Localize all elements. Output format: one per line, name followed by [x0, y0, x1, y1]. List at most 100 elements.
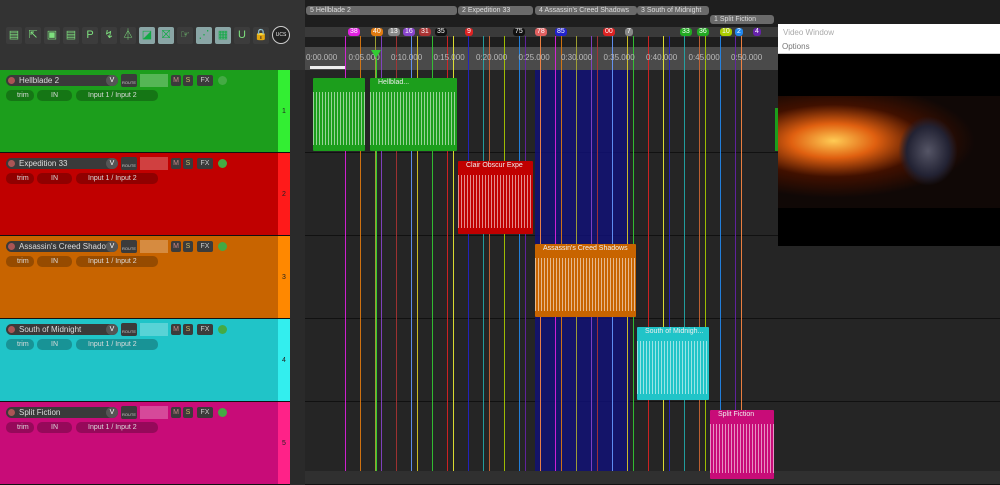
route-button[interactable]: ROUTE	[121, 74, 137, 87]
new-project-icon[interactable]: ▤	[6, 27, 22, 44]
input-select[interactable]: Input 1 / Input 2	[76, 90, 158, 101]
fx-button[interactable]: FX	[197, 324, 213, 335]
route-button[interactable]: ROUTE	[121, 323, 137, 336]
solo-button[interactable]: S	[183, 324, 193, 335]
marker-13[interactable]: 13	[388, 28, 400, 36]
envelope-points-icon[interactable]: ⋰	[196, 27, 212, 44]
open-project-icon[interactable]: ⇱	[25, 27, 41, 44]
route-button[interactable]: ROUTE	[121, 406, 137, 419]
marker-16[interactable]: 16	[403, 28, 415, 36]
volume-fader[interactable]	[140, 323, 168, 336]
track-5[interactable]: Split Fiction V ROUTE M S FX trim IN Input 1 / I…	[0, 402, 290, 485]
fx-button[interactable]: FX	[197, 241, 213, 252]
region-3[interactable]: 4 Assassin's Creed Shadows	[535, 6, 637, 15]
volume-button[interactable]: V	[106, 324, 118, 335]
auto-crossfade-icon[interactable]: ◪	[139, 27, 155, 44]
mute-button[interactable]: M	[171, 324, 181, 335]
track-name[interactable]: Hellblade 2	[6, 75, 118, 86]
marker-75[interactable]: 75	[513, 28, 525, 36]
marker-40[interactable]: 40	[371, 28, 383, 36]
track-name[interactable]: Assassin's Creed Shadov	[6, 241, 118, 252]
volume-fader[interactable]	[140, 157, 168, 170]
mute-button[interactable]: M	[171, 407, 181, 418]
solo-button[interactable]: S	[183, 158, 193, 169]
fx-bypass-icon[interactable]	[218, 242, 227, 251]
loop-icon[interactable]: U	[234, 27, 250, 44]
marker-7[interactable]: 7	[625, 28, 633, 36]
marker-36[interactable]: 36	[697, 28, 709, 36]
record-input-toggle[interactable]: IN	[37, 90, 72, 101]
fx-bypass-icon[interactable]	[218, 325, 227, 334]
media-item[interactable]: Split Fiction	[710, 410, 774, 479]
marker-31[interactable]: 31	[419, 28, 431, 36]
track-name[interactable]: Split Fiction	[6, 407, 118, 418]
input-select[interactable]: Input 1 / Input 2	[76, 339, 158, 350]
marker-85[interactable]: 85	[555, 28, 567, 36]
record-input-toggle[interactable]: IN	[37, 173, 72, 184]
save-project-icon[interactable]: ▣	[44, 27, 60, 44]
volume-fader[interactable]	[140, 240, 168, 253]
volume-fader[interactable]	[140, 74, 168, 87]
track-1[interactable]: Hellblade 2 V ROUTE M S FX trim IN Input 1 / Inp…	[0, 70, 290, 153]
fx-bypass-icon[interactable]	[218, 76, 227, 85]
fx-button[interactable]: FX	[197, 407, 213, 418]
video-options-menu[interactable]: Options	[778, 40, 1000, 54]
fx-bypass-icon[interactable]	[218, 159, 227, 168]
automation-trim-button[interactable]: trim	[6, 422, 34, 433]
grid-snap-icon[interactable]: ⛝	[158, 27, 174, 44]
media-item[interactable]: Assassin's Creed Shadows	[535, 244, 636, 317]
fx-button[interactable]: FX	[197, 158, 213, 169]
item-select-icon[interactable]: ☞	[177, 27, 193, 44]
marker-4[interactable]: 4	[753, 28, 761, 36]
record-input-toggle[interactable]: IN	[37, 339, 72, 350]
input-select[interactable]: Input 1 / Input 2	[76, 173, 158, 184]
media-item[interactable]: Hellblad...	[370, 78, 457, 151]
record-input-toggle[interactable]: IN	[37, 256, 72, 267]
marker-2[interactable]: 2	[735, 28, 743, 36]
media-item[interactable]: South of Midnigh...	[637, 327, 709, 400]
ripple-edit-icon[interactable]: P	[82, 27, 98, 44]
track-3[interactable]: Assassin's Creed Shadov V ROUTE M S FX trim IN I…	[0, 236, 290, 319]
envelope-icon[interactable]: ↯	[101, 27, 117, 44]
mute-button[interactable]: M	[171, 158, 181, 169]
automation-trim-button[interactable]: trim	[6, 256, 34, 267]
loop-range[interactable]	[310, 66, 345, 69]
marker-00[interactable]: 00	[603, 28, 615, 36]
media-item[interactable]: Clair Obscur Expe	[458, 161, 533, 234]
grid-icon[interactable]: ▦	[215, 27, 231, 44]
marker-9[interactable]: 9	[465, 28, 473, 36]
region-2[interactable]: 2 Expedition 33	[458, 6, 533, 15]
playhead-icon[interactable]	[371, 50, 381, 58]
track-2[interactable]: Expedition 33 V ROUTE M S FX trim IN Input 1 / I…	[0, 153, 290, 236]
marker-35[interactable]: 35	[435, 28, 447, 36]
input-select[interactable]: Input 1 / Input 2	[76, 256, 158, 267]
automation-trim-button[interactable]: trim	[6, 90, 34, 101]
region-1[interactable]: 5 Hellblade 2	[306, 6, 457, 15]
volume-button[interactable]: V	[106, 407, 118, 418]
volume-fader[interactable]	[140, 406, 168, 419]
media-item[interactable]	[313, 78, 365, 151]
marker-38[interactable]: 38	[348, 28, 360, 36]
volume-button[interactable]: V	[106, 75, 118, 86]
project-settings-icon[interactable]: ▤	[63, 27, 79, 44]
solo-button[interactable]: S	[183, 75, 193, 86]
marker-78[interactable]: 78	[535, 28, 547, 36]
volume-button[interactable]: V	[106, 241, 118, 252]
track-name[interactable]: Expedition 33	[6, 158, 118, 169]
fx-button[interactable]: FX	[197, 75, 213, 86]
record-input-toggle[interactable]: IN	[37, 422, 72, 433]
volume-button[interactable]: V	[106, 158, 118, 169]
region-5[interactable]: 1 Split Fiction	[710, 15, 774, 24]
lock-icon[interactable]: 🔒	[253, 27, 269, 44]
solo-button[interactable]: S	[183, 241, 193, 252]
track-4[interactable]: South of Midnight V ROUTE M S FX trim IN Input 1…	[0, 319, 290, 402]
automation-trim-button[interactable]: trim	[6, 173, 34, 184]
mute-button[interactable]: M	[171, 75, 181, 86]
marker-33[interactable]: 33	[680, 28, 692, 36]
video-window[interactable]: Video Window Options	[778, 24, 1000, 246]
ucs-icon[interactable]: UCS	[272, 26, 290, 44]
automation-trim-button[interactable]: trim	[6, 339, 34, 350]
solo-button[interactable]: S	[183, 407, 193, 418]
input-select[interactable]: Input 1 / Input 2	[76, 422, 158, 433]
metronome-icon[interactable]: ⏃	[120, 27, 136, 44]
